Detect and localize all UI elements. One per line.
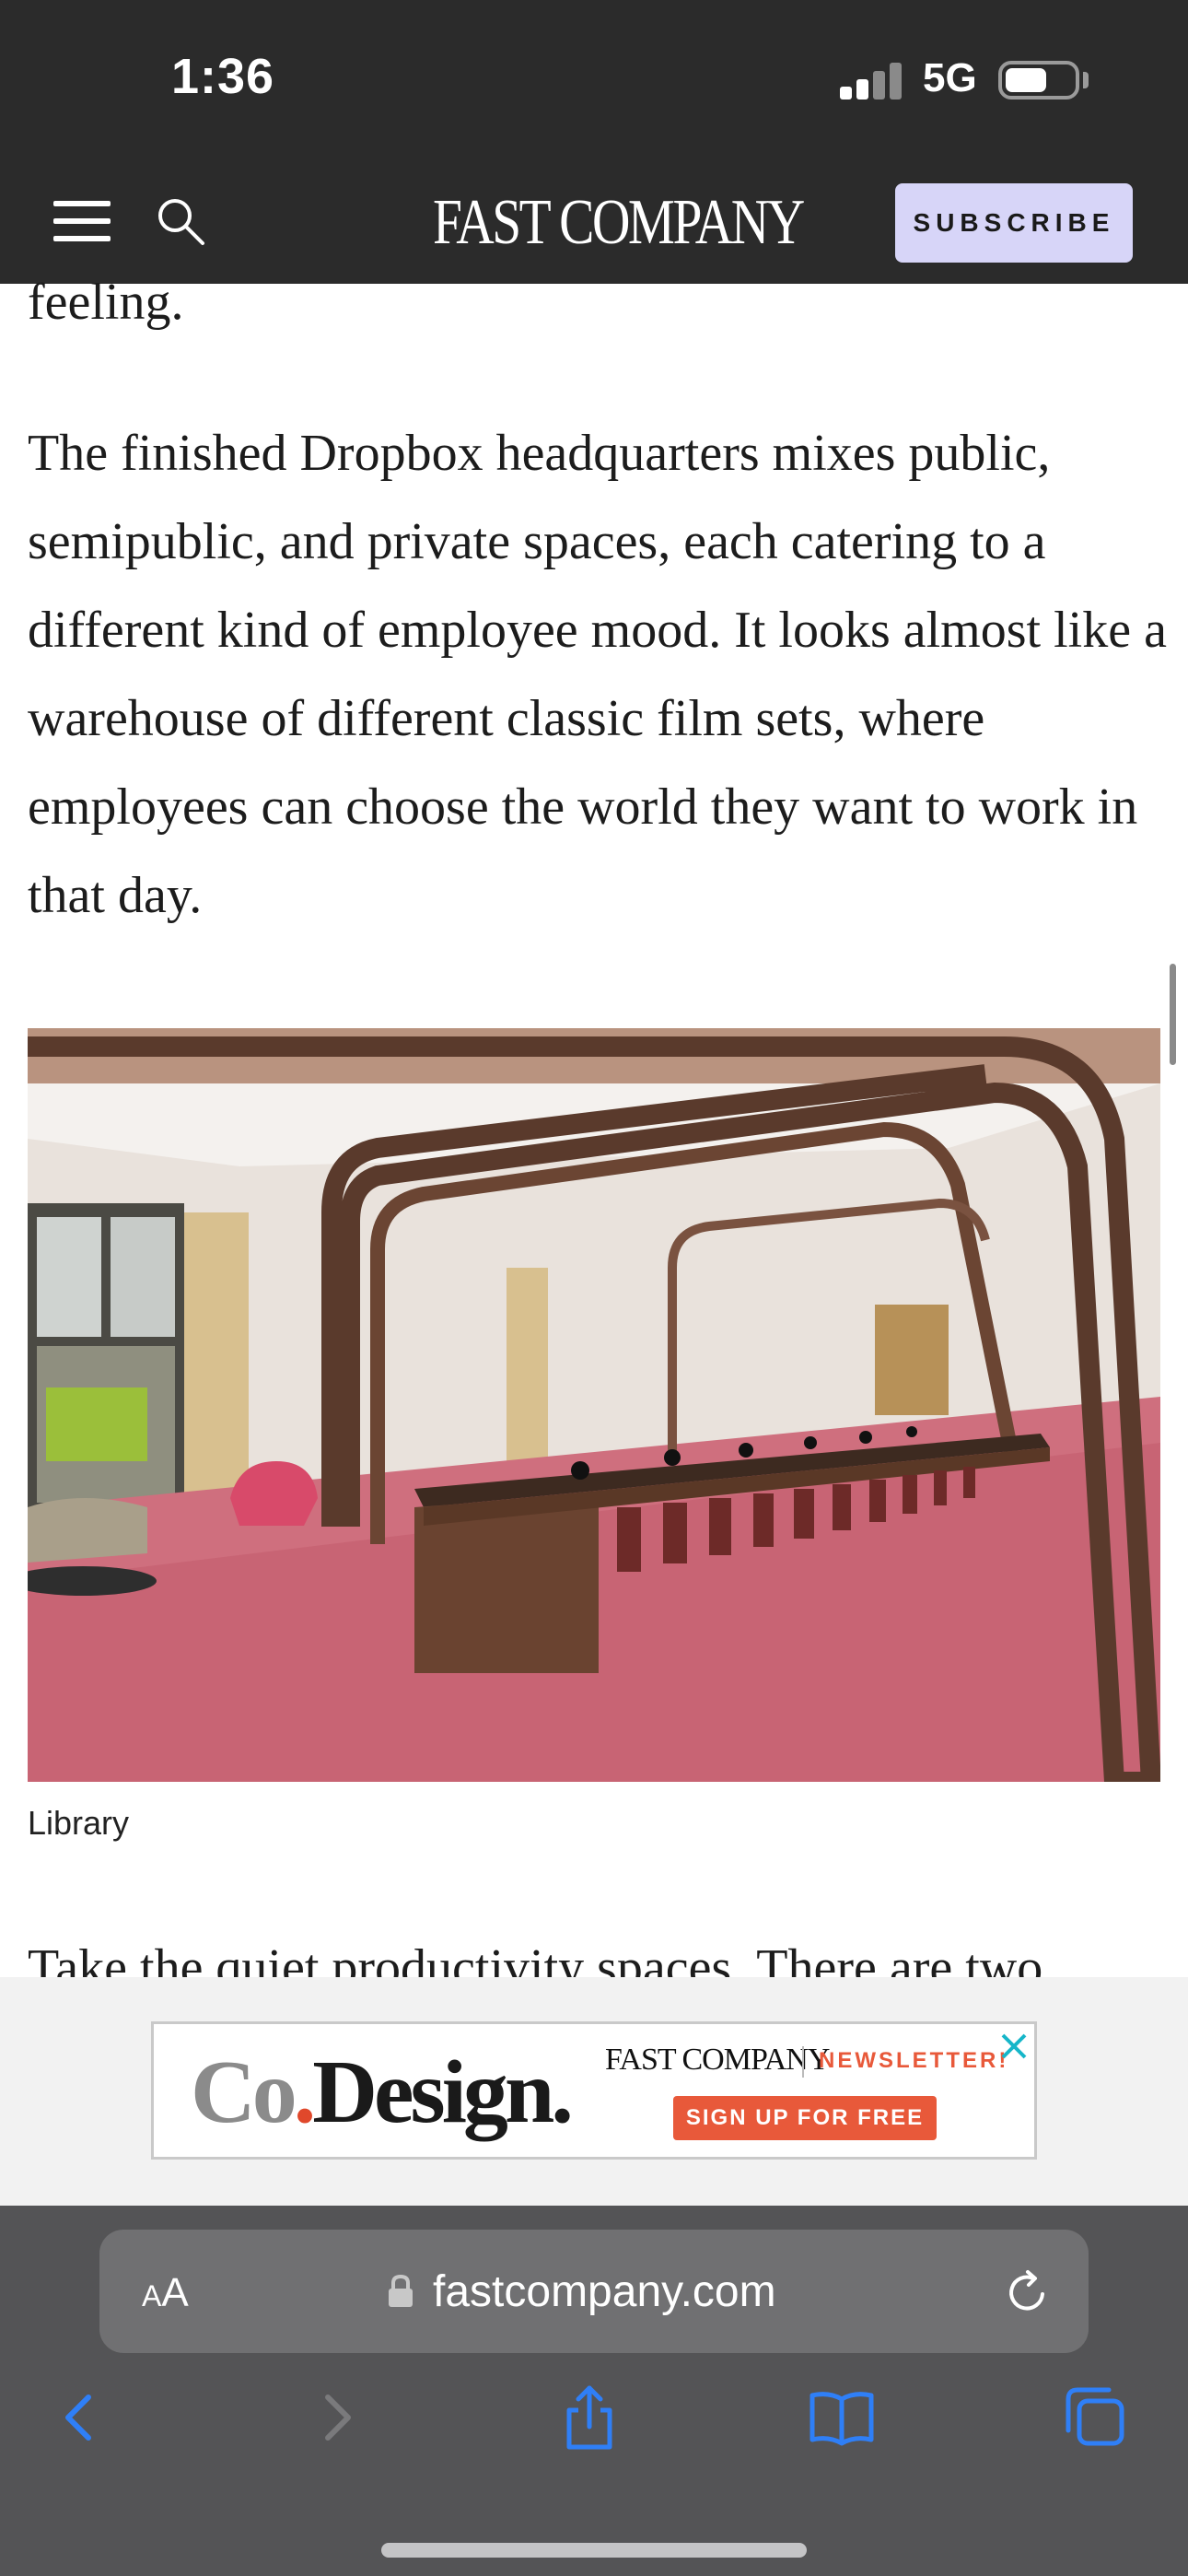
article-paragraph-next-text: Take the quiet productivity spaces. Ther… <box>28 1946 1043 1977</box>
url-text: fastcompany.com <box>433 2267 776 2316</box>
article-paragraph: The finished Dropbox headquarters mixes … <box>28 425 1167 924</box>
home-indicator[interactable] <box>381 2543 807 2558</box>
codesign-dot: . <box>293 2043 316 2142</box>
ad-newsletter-label: NEWSLETTER! <box>819 2048 1009 2073</box>
share-icon[interactable] <box>554 2383 624 2453</box>
codesign-logo: Co.Design. <box>191 2041 574 2144</box>
forward-icon[interactable] <box>302 2383 372 2453</box>
tabs-icon[interactable] <box>1059 2383 1129 2453</box>
site-logo[interactable]: FAST COMPANY <box>433 186 805 260</box>
image-caption: Library <box>28 1804 130 1842</box>
ad-fastcompany-logo: FAST COMPANY <box>605 2043 830 2077</box>
menu-icon[interactable] <box>53 201 111 241</box>
aa-small: A <box>142 2279 162 2313</box>
article-photo <box>28 1028 1160 1782</box>
signal-icon <box>840 61 903 100</box>
codesign-co: Co <box>191 2043 297 2142</box>
status-time: 1:36 <box>171 49 275 104</box>
signup-button[interactable]: SIGN UP FOR FREE <box>673 2096 937 2140</box>
bookmarks-icon[interactable] <box>807 2383 877 2453</box>
ad-area: Co.Design. FAST COMPANY NEWSLETTER! SIGN… <box>0 1977 1188 2206</box>
reader-settings-button[interactable]: AA <box>142 2270 189 2316</box>
back-icon[interactable] <box>44 2383 114 2453</box>
aa-big: A <box>161 2270 189 2315</box>
ad-divider <box>802 2046 804 2078</box>
newsletter-ad[interactable]: Co.Design. FAST COMPANY NEWSLETTER! SIGN… <box>151 2021 1037 2160</box>
codesign-design: Design. <box>312 2043 574 2142</box>
close-icon[interactable] <box>997 2030 1031 2063</box>
scroll-indicator <box>1170 964 1176 1065</box>
lock-icon <box>389 2274 413 2307</box>
article-paragraph-top: feeling. <box>28 274 184 331</box>
search-icon[interactable] <box>153 193 208 249</box>
subscribe-button[interactable]: SUBSCRIBE <box>895 183 1133 263</box>
network-type: 5G <box>923 55 977 100</box>
battery-cap <box>1083 72 1089 88</box>
reload-icon[interactable] <box>1002 2266 1054 2318</box>
battery-icon <box>998 61 1079 100</box>
status-bar: 1:36 5G <box>0 0 1188 157</box>
article-paragraph-next: Take the quiet productivity spaces. Ther… <box>28 1946 1042 1977</box>
browser-toolbar: AA fastcompany.com <box>0 2206 1188 2576</box>
address-bar[interactable]: AA fastcompany.com <box>99 2230 1089 2353</box>
